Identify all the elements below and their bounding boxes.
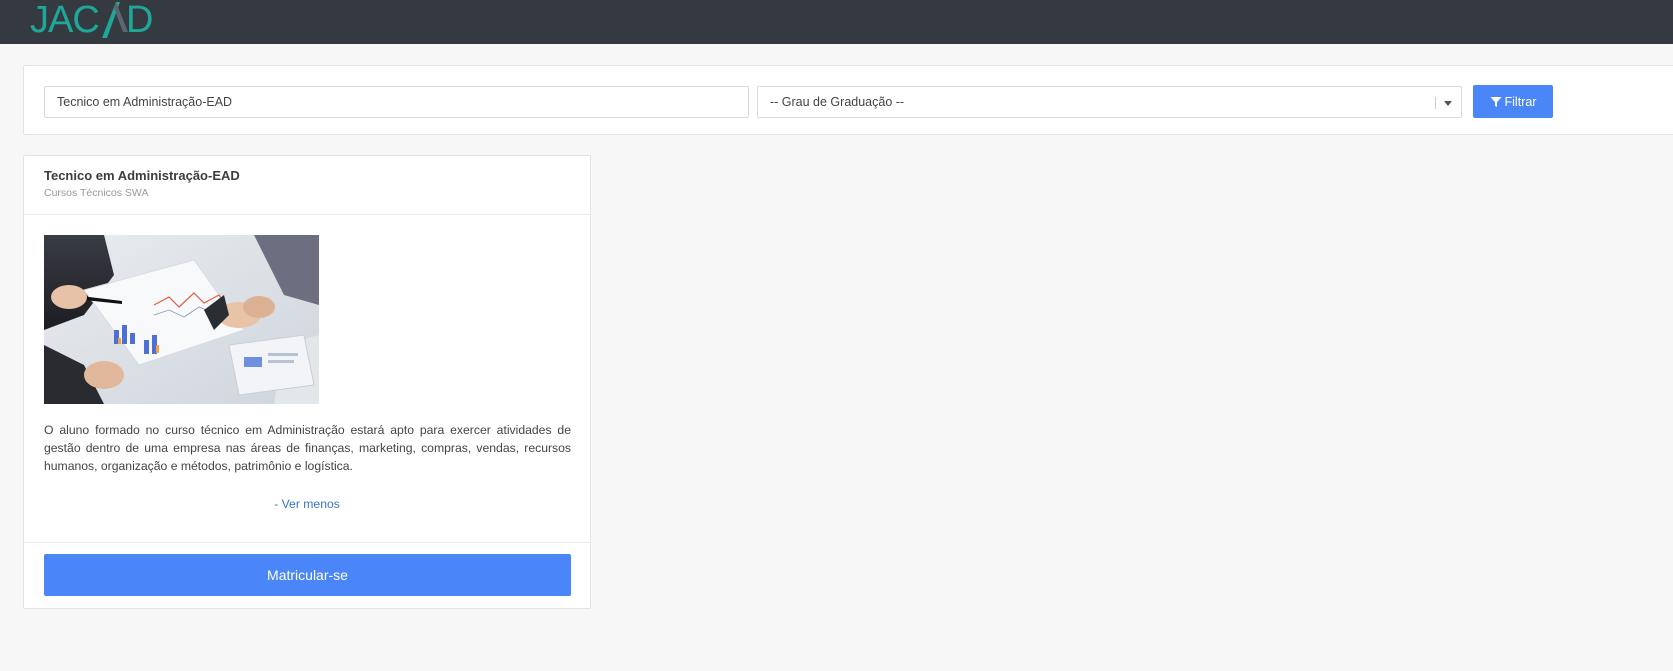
course-card: Tecnico em Administração-EAD Cursos Técn… <box>23 155 591 609</box>
svg-text:D: D <box>126 0 153 41</box>
show-less-link[interactable]: - Ver menos <box>24 497 590 511</box>
filter-button[interactable]: Filtrar <box>1473 85 1553 118</box>
card-divider <box>24 542 590 543</box>
svg-text:JAC: JAC <box>30 0 99 41</box>
business-meeting-photo <box>44 235 319 404</box>
enroll-button[interactable]: Matricular-se <box>44 554 571 596</box>
course-title: Tecnico em Administração-EAD <box>44 168 240 183</box>
chevron-down-icon[interactable] <box>1444 101 1452 106</box>
course-description: O aluno formado no curso técnico em Admi… <box>44 423 571 473</box>
filter-button-label: Filtrar <box>1504 94 1537 109</box>
select-separator <box>1435 97 1436 109</box>
course-image <box>44 235 319 404</box>
jacad-logo[interactable]: JAC D <box>30 0 160 42</box>
filter-panel: -- Grau de Graduação -- Filtrar <box>23 65 1673 135</box>
course-search-input[interactable] <box>44 86 749 118</box>
degree-select[interactable]: -- Grau de Graduação -- <box>757 86 1462 118</box>
degree-select-value: -- Grau de Graduação -- <box>770 95 905 109</box>
filter-icon <box>1490 96 1502 107</box>
card-header: Tecnico em Administração-EAD Cursos Técn… <box>24 156 590 215</box>
course-category: Cursos Técnicos SWA <box>44 187 149 199</box>
top-navbar: JAC D <box>0 0 1673 44</box>
